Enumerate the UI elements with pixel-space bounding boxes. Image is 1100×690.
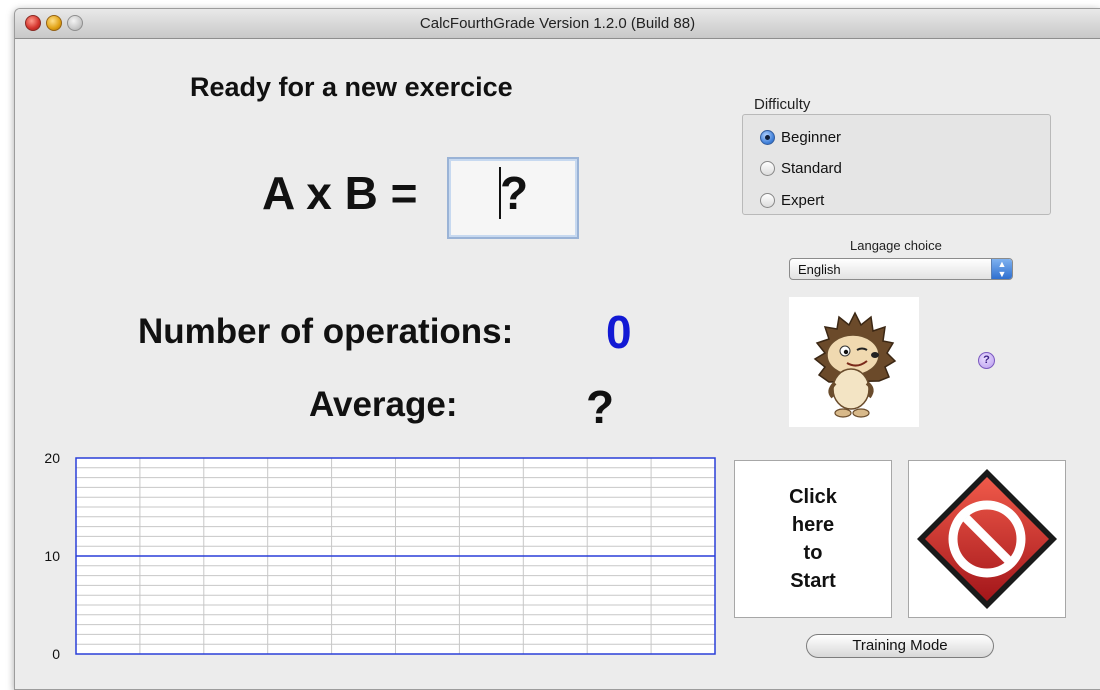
language-label: Langage choice [850, 238, 942, 253]
radio-beginner-dot[interactable] [760, 130, 775, 145]
question-mark-icon[interactable]: ? [978, 352, 995, 369]
hedgehog-mascot-image [789, 297, 919, 427]
radio-standard-dot[interactable] [760, 161, 775, 176]
answer-placeholder: ? [500, 167, 529, 219]
radio-expert[interactable]: Expert [760, 192, 824, 209]
equation-label: A x B = [262, 167, 418, 219]
radio-beginner-label: Beginner [781, 129, 842, 146]
radio-expert-dot[interactable] [760, 193, 775, 208]
operations-count: 0 [606, 306, 632, 358]
stop-button[interactable] [908, 460, 1066, 618]
language-select[interactable]: English ▲ ▼ [789, 258, 1013, 280]
chart-y-tick-label: 0 [52, 646, 60, 662]
language-select-value: English [798, 262, 841, 277]
text-caret [499, 167, 501, 219]
training-mode-button[interactable]: Training Mode [806, 634, 994, 658]
start-line-3: to [803, 542, 823, 564]
operations-label: Number of operations: [138, 312, 514, 351]
average-value: ? [586, 381, 615, 433]
select-stepper-icon: ▲ ▼ [991, 259, 1012, 279]
chart-y-tick-label: 20 [44, 450, 60, 466]
radio-standard[interactable]: Standard [760, 160, 842, 177]
average-label: Average: [309, 385, 458, 424]
window-title: CalcFourthGrade Version 1.2.0 (Build 88) [419, 15, 696, 32]
status-heading: Ready for a new exercice [190, 72, 513, 102]
no-entry-icon [917, 469, 1057, 609]
chart-y-tick-label: 10 [44, 548, 60, 564]
start-line-2: here [791, 514, 835, 536]
start-line-4: Start [790, 570, 836, 592]
title-bar: CalcFourthGrade Version 1.2.0 (Build 88) [15, 9, 1100, 39]
radio-standard-label: Standard [781, 160, 842, 177]
start-line-1: Click [789, 486, 837, 508]
radio-expert-label: Expert [781, 192, 825, 209]
score-chart: 20 10 0 [44, 450, 716, 662]
start-button[interactable]: Click here to Start [734, 460, 892, 618]
difficulty-label: Difficulty [754, 96, 811, 113]
radio-beginner[interactable]: Beginner [760, 129, 841, 146]
